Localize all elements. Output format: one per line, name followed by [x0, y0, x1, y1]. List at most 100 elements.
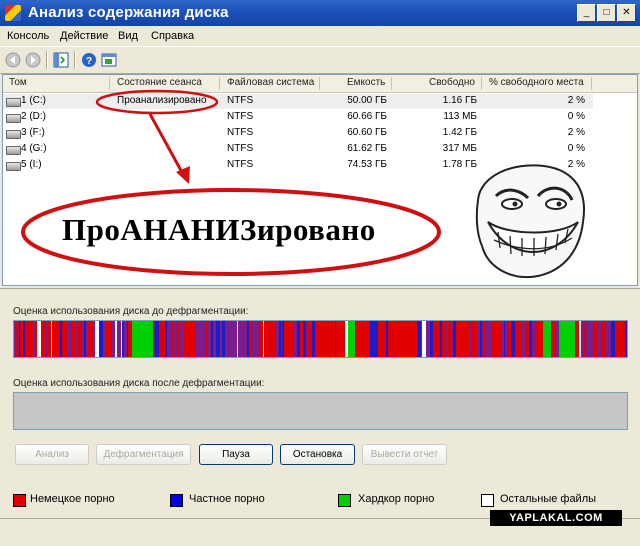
cluster-stripe	[282, 321, 284, 357]
row-capacity: 60.60 ГБ	[347, 127, 387, 138]
cluster-stripe	[254, 321, 258, 357]
cluster-stripe	[586, 321, 588, 357]
row-percent-free: 2 %	[567, 159, 585, 170]
cluster-stripe	[58, 321, 60, 357]
cluster-stripe	[46, 321, 48, 357]
row-filesystem: NTFS	[227, 111, 254, 122]
table-row[interactable]: 2 (D:) NTFS 60.66 ГБ 113 МБ 0 %	[3, 110, 593, 125]
cluster-stripe	[220, 321, 222, 357]
close-button[interactable]: ✕	[617, 4, 636, 22]
row-capacity: 50.00 ГБ	[347, 95, 387, 106]
column-filesystem[interactable]: Файловая система	[227, 77, 314, 88]
legend-label: Остальные файлы	[500, 493, 597, 505]
column-free[interactable]: Свободно	[429, 77, 475, 88]
cluster-stripe	[566, 321, 567, 357]
minimize-button[interactable]: _	[577, 4, 596, 22]
cluster-stripe	[48, 321, 51, 357]
cluster-stripe	[84, 321, 86, 357]
maximize-button[interactable]: □	[597, 4, 616, 22]
row-volume: 4 (G:)	[21, 143, 47, 154]
cluster-stripe	[521, 321, 525, 357]
cluster-stripe	[249, 321, 252, 357]
drive-icon	[6, 162, 21, 171]
window-title: Анализ содержания диска	[28, 4, 229, 21]
cluster-stripe	[348, 321, 351, 357]
svg-text:?: ?	[86, 56, 92, 67]
cluster-stripe	[461, 321, 463, 357]
forward-icon[interactable]	[25, 52, 41, 68]
cluster-stripe	[370, 321, 372, 357]
menu-console[interactable]: Консоль	[7, 30, 49, 42]
defragment-button[interactable]: Дефрагментация	[96, 444, 191, 465]
cluster-stripe	[173, 321, 177, 357]
cluster-stripe	[95, 321, 99, 357]
cluster-stripe	[252, 321, 254, 357]
row-free: 113 МБ	[443, 111, 477, 122]
cluster-stripe	[78, 321, 82, 357]
cluster-stripe	[480, 321, 482, 357]
cluster-stripe	[160, 321, 161, 357]
column-capacity[interactable]: Емкость	[347, 77, 385, 88]
cluster-stripe	[485, 321, 489, 357]
cluster-stripe	[306, 321, 307, 357]
before-defrag-label: Оценка использования диска до дефрагмент…	[13, 306, 249, 317]
cluster-stripe	[502, 321, 504, 357]
toolbar-separator	[74, 51, 76, 69]
cluster-stripe	[449, 321, 450, 357]
cluster-stripe	[333, 321, 335, 357]
cluster-stripe	[269, 321, 272, 357]
cluster-stripe	[578, 321, 579, 357]
cluster-stripe	[537, 321, 538, 357]
cluster-stripe	[23, 321, 25, 357]
table-row[interactable]: 1 (C:) Проанализировано NTFS 50.00 ГБ 1.…	[3, 94, 593, 109]
row-volume: 2 (D:)	[21, 111, 46, 122]
cluster-stripe	[103, 321, 106, 357]
cluster-stripe	[460, 321, 461, 357]
column-volume[interactable]: Том	[9, 77, 27, 88]
table-row[interactable]: 4 (G:) NTFS 61.62 ГБ 317 МБ 0 %	[3, 142, 593, 157]
column-percent-free[interactable]: % свободного места	[489, 77, 584, 88]
back-icon[interactable]	[5, 52, 21, 68]
cluster-stripe	[132, 321, 133, 357]
cluster-stripe	[339, 321, 342, 357]
view-report-button[interactable]: Вывести отчет	[362, 444, 447, 465]
volume-list: Том Состояние сеанса Файловая система Ем…	[2, 74, 638, 286]
cluster-stripe	[501, 321, 502, 357]
column-status[interactable]: Состояние сеанса	[117, 77, 202, 88]
cluster-stripe	[115, 321, 117, 357]
cluster-stripe	[213, 321, 216, 357]
cluster-stripe	[152, 321, 153, 357]
cluster-stripe	[601, 321, 604, 357]
cluster-stripe	[445, 321, 448, 357]
cluster-stripe	[297, 321, 300, 357]
row-capacity: 74.53 ГБ	[347, 159, 387, 170]
cluster-stripe	[551, 321, 552, 357]
cluster-stripe	[294, 321, 297, 357]
cluster-stripe	[33, 321, 36, 357]
cluster-stripe	[312, 321, 315, 357]
row-free: 1.16 ГБ	[442, 95, 477, 106]
cluster-stripe	[625, 321, 627, 357]
cluster-stripe	[422, 321, 426, 357]
menu-view[interactable]: Вид	[118, 30, 138, 42]
cluster-stripe	[171, 321, 173, 357]
show-hide-tree-icon[interactable]	[53, 52, 69, 68]
stop-button[interactable]: Остановка	[280, 444, 355, 465]
help-icon[interactable]: ?	[81, 52, 97, 68]
table-row[interactable]: 5 (I:) NTFS 74.53 ГБ 1.78 ГБ 2 %	[3, 158, 593, 173]
cluster-stripe	[507, 321, 511, 357]
properties-icon[interactable]	[101, 52, 117, 68]
cluster-stripe	[307, 321, 309, 357]
cluster-stripe	[196, 321, 199, 357]
menu-help[interactable]: Справка	[151, 30, 194, 42]
cluster-stripe	[193, 321, 194, 357]
cluster-stripe	[342, 321, 345, 357]
cluster-stripe	[329, 321, 333, 357]
table-row[interactable]: 3 (F:) NTFS 60.60 ГБ 1.42 ГБ 2 %	[3, 126, 593, 141]
menu-action[interactable]: Действие	[60, 30, 108, 42]
row-volume: 5 (I:)	[21, 159, 42, 170]
pause-button[interactable]: Пауза	[199, 444, 273, 465]
analyze-button[interactable]: Анализ	[15, 444, 89, 465]
cluster-stripe	[111, 321, 112, 357]
cluster-stripe	[515, 321, 519, 357]
